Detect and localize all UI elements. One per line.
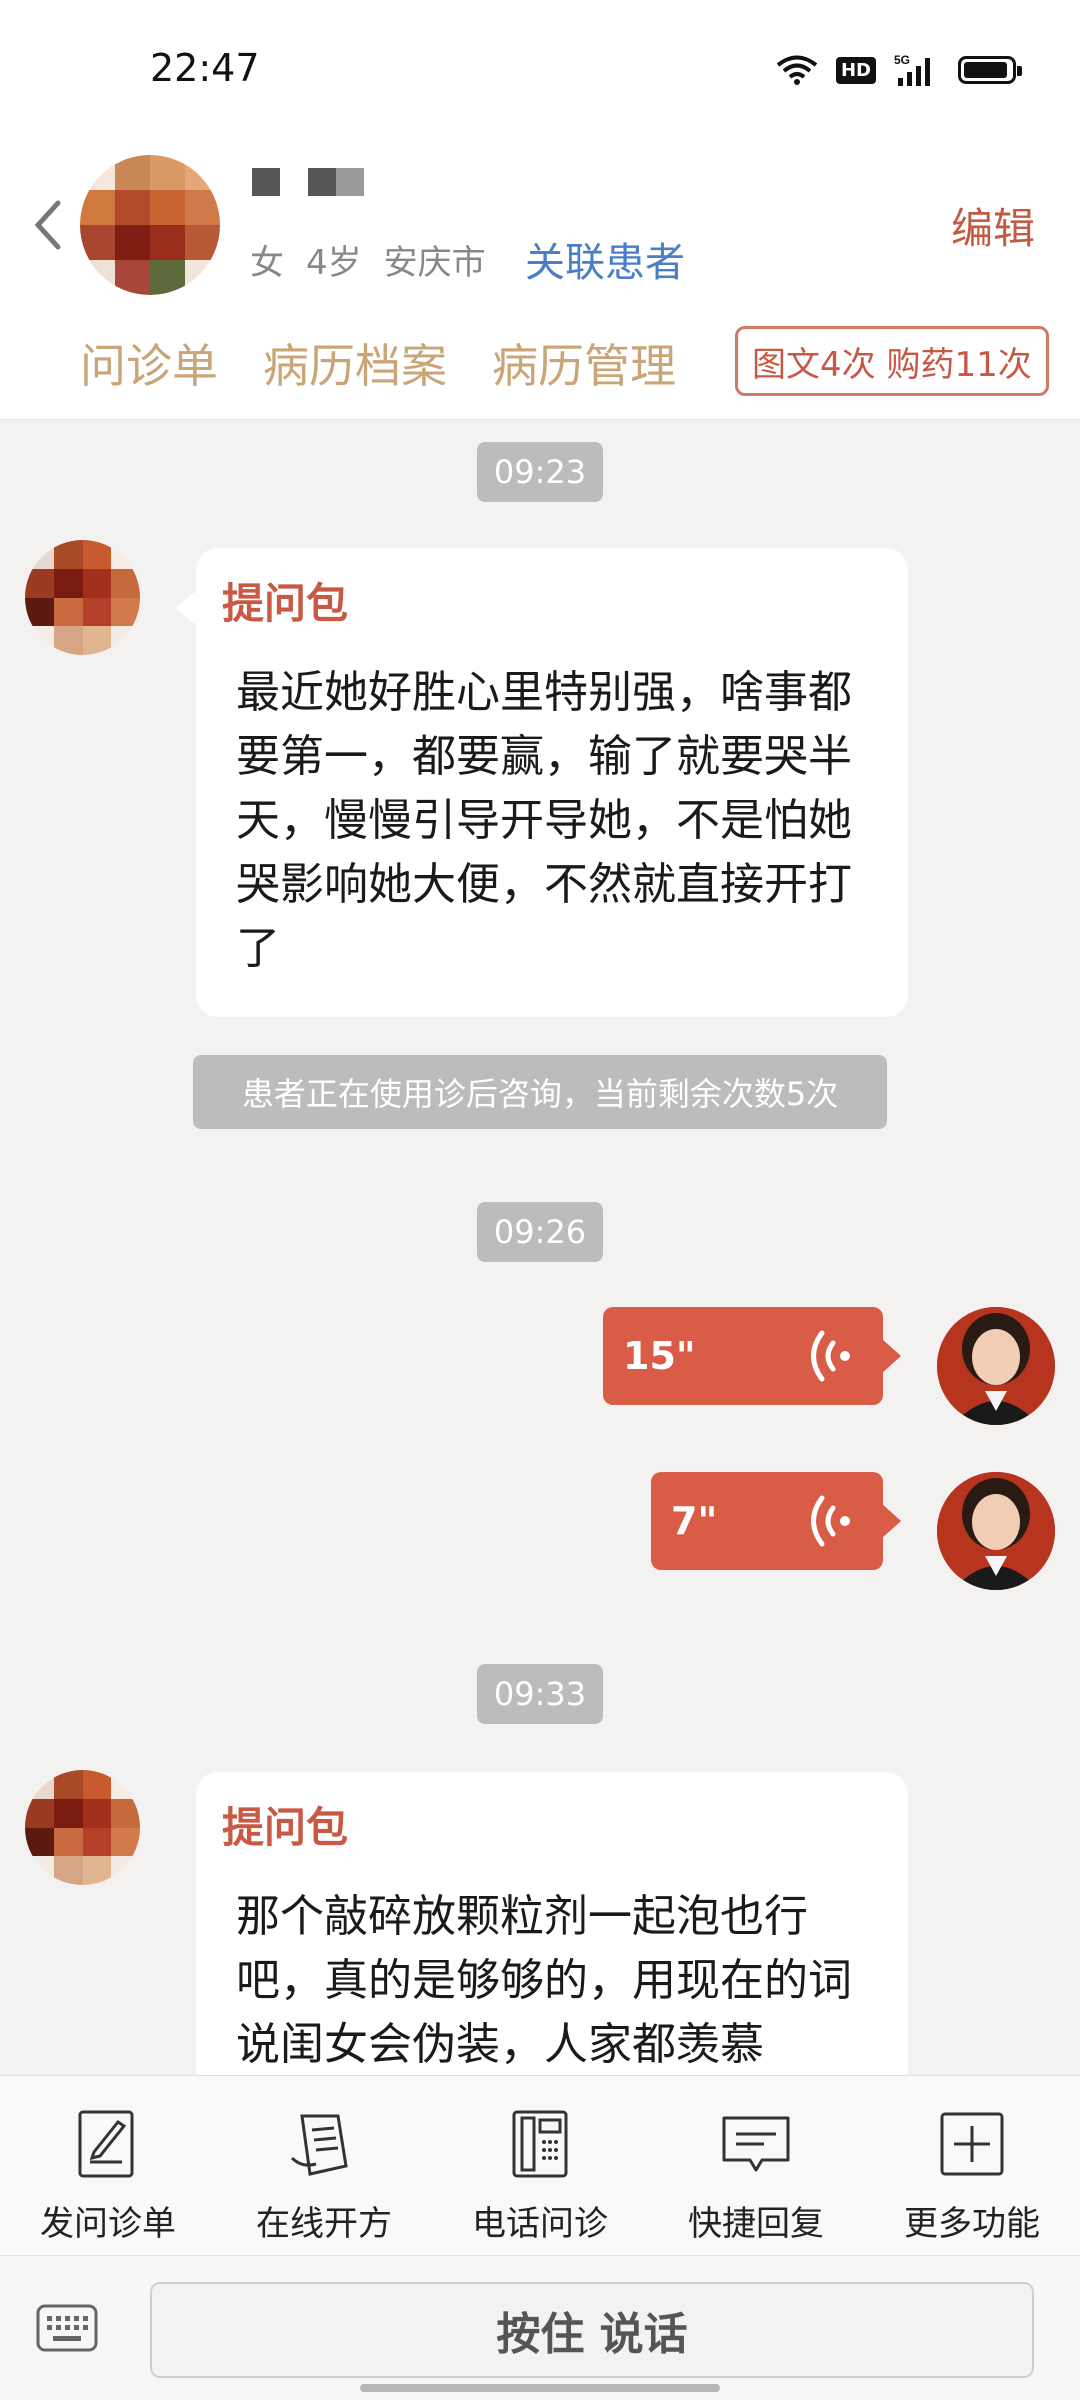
- message-bubble[interactable]: 提问包 那个敲碎放颗粒剂一起泡也行吧，真的是够够的，用现在的词说闺女会伪装，人家…: [196, 1772, 908, 2075]
- patient-age: 4岁: [306, 243, 362, 283]
- voice-message[interactable]: 7": [651, 1472, 901, 1570]
- status-time: 22:47: [150, 46, 260, 90]
- tool-label: 在线开方: [256, 2204, 392, 2244]
- input-bar: 按住 说话: [0, 2255, 1080, 2400]
- voice-duration: 15": [623, 1334, 696, 1378]
- tab-medical-records[interactable]: 病历档案: [263, 330, 447, 396]
- timestamp: 09:33: [477, 1664, 603, 1724]
- send-form-button[interactable]: 发问诊单: [0, 2076, 216, 2255]
- voice-duration: 7": [671, 1499, 718, 1543]
- patient-avatar-small[interactable]: [25, 540, 140, 655]
- online-prescription-button[interactable]: 在线开方: [216, 2076, 432, 2255]
- wifi-icon: [776, 55, 818, 85]
- tool-label: 更多功能: [904, 2204, 1040, 2244]
- consultation-notice: 患者正在使用诊后咨询，当前剩余次数5次: [193, 1055, 887, 1129]
- message-title: 提问包: [222, 1803, 349, 1852]
- message-bubble[interactable]: 提问包 最近她好胜心里特别强，啥事都要第一，都要赢，输了就要哭半天，慢慢引导开导…: [174, 548, 908, 1017]
- form-pen-icon: [78, 2110, 134, 2178]
- link-patient-button[interactable]: 关联患者: [525, 230, 685, 288]
- timestamp: 09:26: [477, 1202, 603, 1262]
- header-tabs: 问诊单 病历档案 病历管理: [80, 330, 676, 396]
- prescription-icon: [290, 2114, 348, 2176]
- doctor-avatar[interactable]: [937, 1307, 1055, 1425]
- voice-wave-icon: [811, 1330, 850, 1382]
- patient-city: 安庆市: [383, 243, 486, 283]
- tool-label: 快捷回复: [688, 2204, 824, 2244]
- message-text: 最近她好胜心里特别强，啥事都要第一，都要赢，输了就要哭半天，慢慢引导开导她，不是…: [236, 667, 852, 974]
- plus-square-icon: [940, 2112, 1004, 2176]
- keyboard-icon[interactable]: [36, 2304, 98, 2352]
- voice-wave-icon: [811, 1495, 850, 1547]
- back-icon[interactable]: [30, 195, 70, 255]
- patient-header: 女 4岁 安庆市 关联患者 编辑 问诊单 病历档案 病历管理 图文4次 购药11次: [0, 140, 1080, 420]
- function-toolbar: 发问诊单 在线开方 电话问诊 快捷回复 更多功能: [0, 2075, 1080, 2255]
- message-title: 提问包: [222, 579, 349, 628]
- hold-to-talk-button[interactable]: 按住 说话: [150, 2282, 1034, 2378]
- service-stats-badge[interactable]: 图文4次 购药11次: [735, 326, 1049, 396]
- home-indicator[interactable]: [360, 2384, 720, 2392]
- patient-gender: 女: [250, 243, 284, 283]
- tool-label: 发问诊单: [40, 2204, 176, 2244]
- tab-consultation-form[interactable]: 问诊单: [80, 330, 218, 396]
- patient-avatar[interactable]: [80, 155, 220, 295]
- doctor-avatar[interactable]: [937, 1472, 1055, 1590]
- quick-reply-button[interactable]: 快捷回复: [648, 2076, 864, 2255]
- patient-name-redacted: [252, 168, 364, 196]
- phone-icon: [512, 2110, 568, 2178]
- timestamp: 09:23: [477, 442, 603, 502]
- patient-avatar-small[interactable]: [25, 1770, 140, 1885]
- signal-icon: 5G: [894, 53, 930, 86]
- hd-badge: HD: [835, 56, 876, 84]
- tool-label: 电话问诊: [472, 2204, 608, 2244]
- tab-records-management[interactable]: 病历管理: [492, 330, 676, 396]
- battery-icon: [958, 56, 1022, 84]
- phone-consultation-button[interactable]: 电话问诊: [432, 2076, 648, 2255]
- patient-info: 女 4岁 安庆市: [250, 235, 508, 284]
- chat-reply-icon: [722, 2116, 790, 2172]
- status-bar: 22:47 HD 5G: [0, 0, 1080, 140]
- svg-text:5G: 5G: [894, 53, 910, 67]
- edit-button[interactable]: 编辑: [951, 195, 1035, 256]
- more-functions-button[interactable]: 更多功能: [864, 2076, 1080, 2255]
- message-text: 那个敲碎放颗粒剂一起泡也行吧，真的是够够的，用现在的词说闺女会伪装，人家都羡慕: [236, 1891, 852, 2070]
- voice-message[interactable]: 15": [603, 1307, 901, 1405]
- status-icons: HD 5G: [776, 52, 1022, 88]
